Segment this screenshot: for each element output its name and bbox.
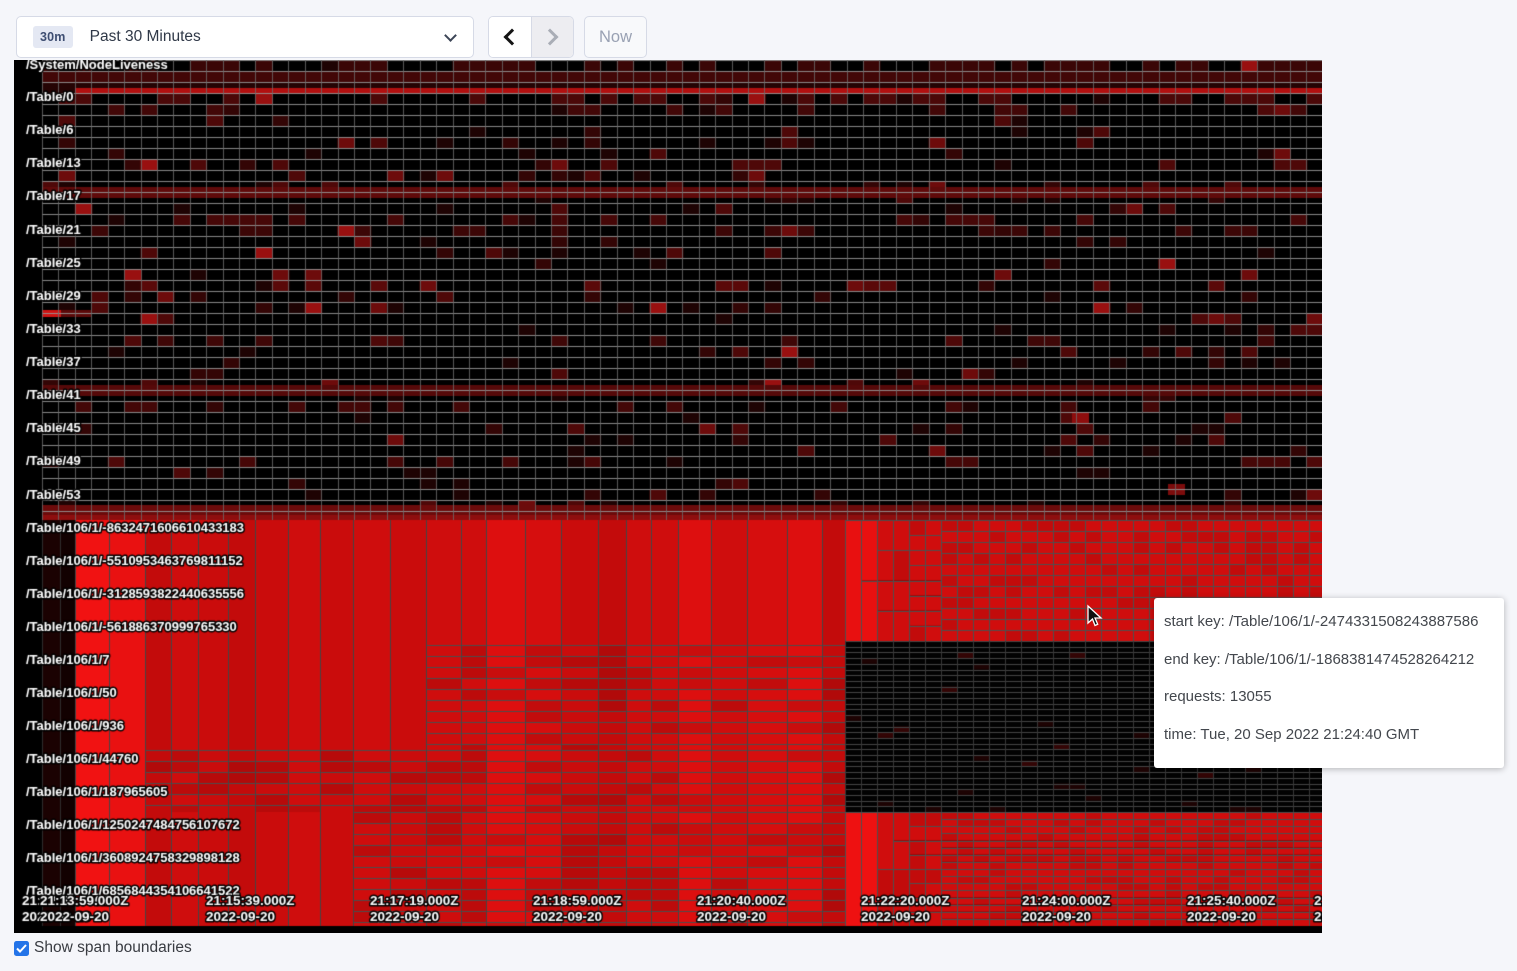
time-window-badge: 30m — [33, 26, 73, 48]
chevron-right-icon — [542, 29, 559, 46]
time-window-dropdown[interactable]: 30m Past 30 Minutes — [16, 16, 474, 58]
chevron-left-icon — [503, 29, 520, 46]
key-visualizer: start key: /Table/106/1/-247433150824388… — [14, 60, 1322, 933]
show-span-boundaries-control[interactable]: Show span boundaries — [14, 939, 192, 957]
tooltip-end-key: end key: /Table/106/1/-18683814745282642… — [1164, 651, 1494, 668]
checkbox-checked-icon[interactable] — [14, 941, 29, 956]
show-span-boundaries-label: Show span boundaries — [34, 939, 192, 957]
time-nav-group — [488, 16, 574, 58]
mouse-cursor — [1084, 604, 1106, 628]
tooltip-time: time: Tue, 20 Sep 2022 21:24:40 GMT — [1164, 726, 1494, 743]
previous-window-button[interactable] — [489, 17, 531, 57]
tooltip-start-key: start key: /Table/106/1/-247433150824388… — [1164, 613, 1494, 630]
hover-tooltip: start key: /Table/106/1/-247433150824388… — [1154, 598, 1504, 768]
next-window-button[interactable] — [531, 17, 574, 57]
key-visualizer-canvas[interactable] — [14, 60, 1322, 933]
now-button[interactable]: Now — [584, 16, 647, 58]
time-window-label: Past 30 Minutes — [90, 28, 201, 46]
tooltip-requests: requests: 13055 — [1164, 688, 1494, 705]
chevron-down-icon — [444, 29, 457, 42]
